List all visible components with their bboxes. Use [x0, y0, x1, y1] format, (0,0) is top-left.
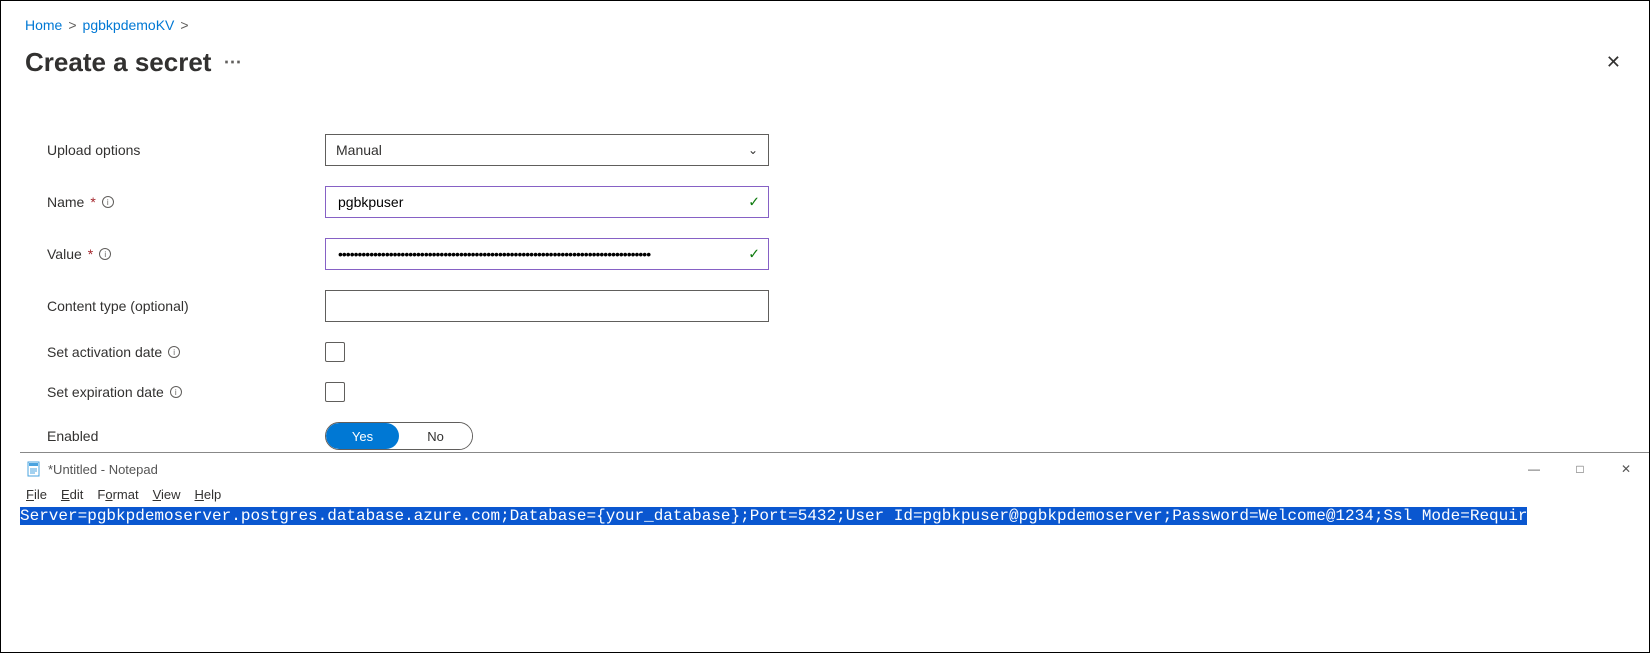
activation-checkbox[interactable]: [325, 342, 345, 362]
content-type-label: Content type (optional): [47, 298, 189, 314]
breadcrumb-sep: >: [68, 17, 76, 33]
notepad-window: *Untitled - Notepad — □ ✕ File Edit Form…: [20, 452, 1649, 652]
required-star: *: [88, 246, 93, 262]
name-label: Name: [47, 194, 84, 210]
breadcrumb-home[interactable]: Home: [25, 17, 62, 33]
menu-format[interactable]: Format: [97, 487, 138, 502]
notepad-titlebar[interactable]: *Untitled - Notepad — □ ✕: [20, 453, 1649, 485]
valid-check-icon: ✓: [748, 194, 760, 211]
breadcrumb: Home > pgbkpdemoKV >: [25, 1, 1625, 33]
upload-options-value: Manual: [336, 142, 382, 158]
expiration-checkbox[interactable]: [325, 382, 345, 402]
page-title-text: Create a secret: [25, 47, 211, 78]
activation-label: Set activation date: [47, 344, 162, 360]
value-input[interactable]: [336, 239, 740, 269]
menu-edit[interactable]: Edit: [61, 487, 83, 502]
notepad-title: *Untitled - Notepad: [48, 462, 158, 477]
minimize-button[interactable]: —: [1511, 453, 1557, 485]
menu-help[interactable]: Help: [195, 487, 222, 502]
breadcrumb-keyvault[interactable]: pgbkpdemoKV: [83, 17, 175, 33]
enabled-label: Enabled: [47, 428, 98, 444]
value-input-wrapper: ✓: [325, 238, 769, 270]
info-icon[interactable]: i: [99, 248, 111, 260]
more-actions-icon[interactable]: ⋯: [223, 52, 243, 73]
info-icon[interactable]: i: [102, 196, 114, 208]
page-header: Create a secret ⋯ ✕: [25, 47, 1625, 78]
required-star: *: [90, 194, 95, 210]
close-icon[interactable]: ✕: [1602, 48, 1625, 77]
chevron-down-icon: ⌄: [748, 143, 758, 157]
valid-check-icon: ✓: [748, 246, 760, 263]
enabled-no[interactable]: No: [399, 423, 472, 449]
info-icon[interactable]: i: [168, 346, 180, 358]
value-label: Value: [47, 246, 82, 262]
close-button[interactable]: ✕: [1603, 453, 1649, 485]
enabled-yes[interactable]: Yes: [326, 423, 399, 449]
upload-options-label: Upload options: [47, 142, 140, 158]
page-title: Create a secret ⋯: [25, 47, 243, 78]
secret-form: Upload options Manual ⌄ Name * i ✓: [47, 134, 1625, 450]
name-input-wrapper: ✓: [325, 186, 769, 218]
content-type-input[interactable]: [325, 290, 769, 322]
name-input[interactable]: [336, 187, 740, 217]
notepad-icon: [26, 461, 42, 477]
window-buttons: — □ ✕: [1511, 453, 1649, 485]
notepad-selected-text[interactable]: Server=pgbkpdemoserver.postgres.database…: [20, 507, 1527, 525]
info-icon[interactable]: i: [170, 386, 182, 398]
breadcrumb-sep-2: >: [180, 17, 188, 33]
notepad-body[interactable]: Server=pgbkpdemoserver.postgres.database…: [20, 506, 1649, 652]
maximize-button[interactable]: □: [1557, 453, 1603, 485]
notepad-menu: File Edit Format View Help: [20, 485, 1649, 506]
enabled-toggle[interactable]: Yes No: [325, 422, 473, 450]
menu-view[interactable]: View: [153, 487, 181, 502]
menu-file[interactable]: File: [26, 487, 47, 502]
upload-options-select[interactable]: Manual ⌄: [325, 134, 769, 166]
azure-portal-pane: Home > pgbkpdemoKV > Create a secret ⋯ ✕…: [1, 1, 1649, 451]
expiration-label: Set expiration date: [47, 384, 164, 400]
